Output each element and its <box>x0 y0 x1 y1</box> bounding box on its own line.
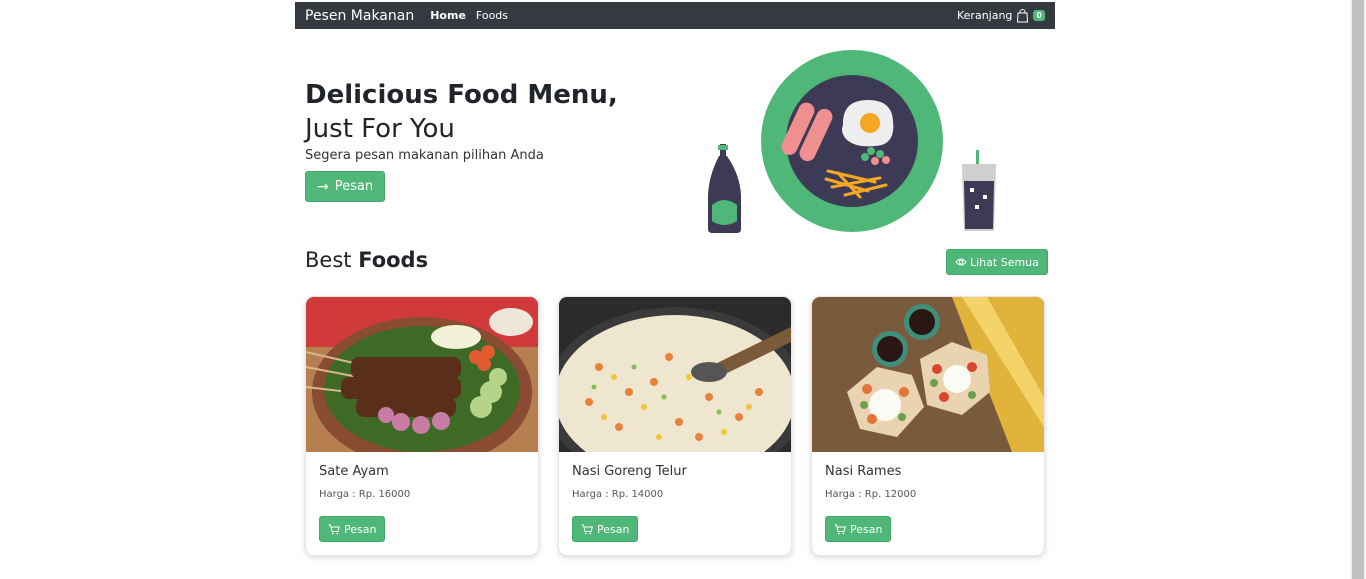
order-button[interactable]: Pesan <box>319 516 386 542</box>
order-label: Pesan <box>850 522 883 536</box>
order-label: Pesan <box>597 522 630 536</box>
food-name: Nasi Goreng Telur <box>572 464 687 479</box>
food-name: Sate Ayam <box>319 464 389 479</box>
food-card: Nasi Goreng Telur Harga : Rp. 14000 Pesa… <box>558 296 792 556</box>
drink-glass-illustration <box>962 150 996 231</box>
shopping-cart-icon <box>328 524 340 535</box>
food-illustration <box>700 45 1010 241</box>
food-card: Nasi Rames Harga : Rp. 12000 Pesan <box>811 296 1045 556</box>
hero-subtitle: Segera pesan makanan pilihan Anda <box>305 148 544 163</box>
navbar: Pesen Makanan Home Foods Keranjang 0 <box>295 2 1055 29</box>
cart-link[interactable]: Keranjang 0 <box>957 8 1045 23</box>
shopping-cart-icon <box>834 524 846 535</box>
food-image-nasi-goreng-telur <box>559 297 791 452</box>
eye-icon <box>955 257 967 267</box>
nav-foods[interactable]: Foods <box>476 9 508 22</box>
hero-title-bold: Delicious Food Menu, <box>305 80 618 110</box>
order-label: Pesan <box>344 522 377 536</box>
hero-title-light: Just For You <box>305 114 455 144</box>
hero-order-button[interactable]: → Pesan <box>305 171 386 202</box>
brand-link[interactable]: Pesen Makanan <box>305 8 414 24</box>
food-card: Sate Ayam Harga : Rp. 16000 Pesan <box>305 296 539 556</box>
food-image-nasi-rames <box>812 297 1044 452</box>
plate-illustration <box>761 50 943 232</box>
shopping-cart-icon <box>581 524 593 535</box>
order-button[interactable]: Pesan <box>825 516 892 542</box>
sauce-bottle-illustration <box>708 144 741 233</box>
food-price: Harga : Rp. 16000 <box>319 489 411 500</box>
page-scrollbar[interactable] <box>1350 0 1366 579</box>
scrollbar-thumb[interactable] <box>1352 0 1364 579</box>
arrow-right-icon: → <box>317 178 329 195</box>
food-price: Harga : Rp. 12000 <box>825 489 917 500</box>
order-button[interactable]: Pesan <box>572 516 639 542</box>
nav-home[interactable]: Home <box>430 9 466 22</box>
hero-order-label: Pesan <box>334 179 374 194</box>
food-name: Nasi Rames <box>825 464 902 479</box>
see-all-label: Lihat Semua <box>970 255 1039 269</box>
see-all-button[interactable]: Lihat Semua <box>946 249 1048 275</box>
food-image-sate-ayam <box>306 297 538 452</box>
best-title-light: Best <box>305 248 352 272</box>
best-title-bold: Foods <box>358 248 429 272</box>
best-foods-title: Best Foods <box>305 248 428 272</box>
shopping-bag-icon <box>1016 8 1029 23</box>
cart-count-badge: 0 <box>1033 10 1045 21</box>
food-price: Harga : Rp. 14000 <box>572 489 664 500</box>
cart-label: Keranjang <box>957 9 1013 22</box>
hero-title: Delicious Food Menu, Just For You <box>305 78 618 146</box>
